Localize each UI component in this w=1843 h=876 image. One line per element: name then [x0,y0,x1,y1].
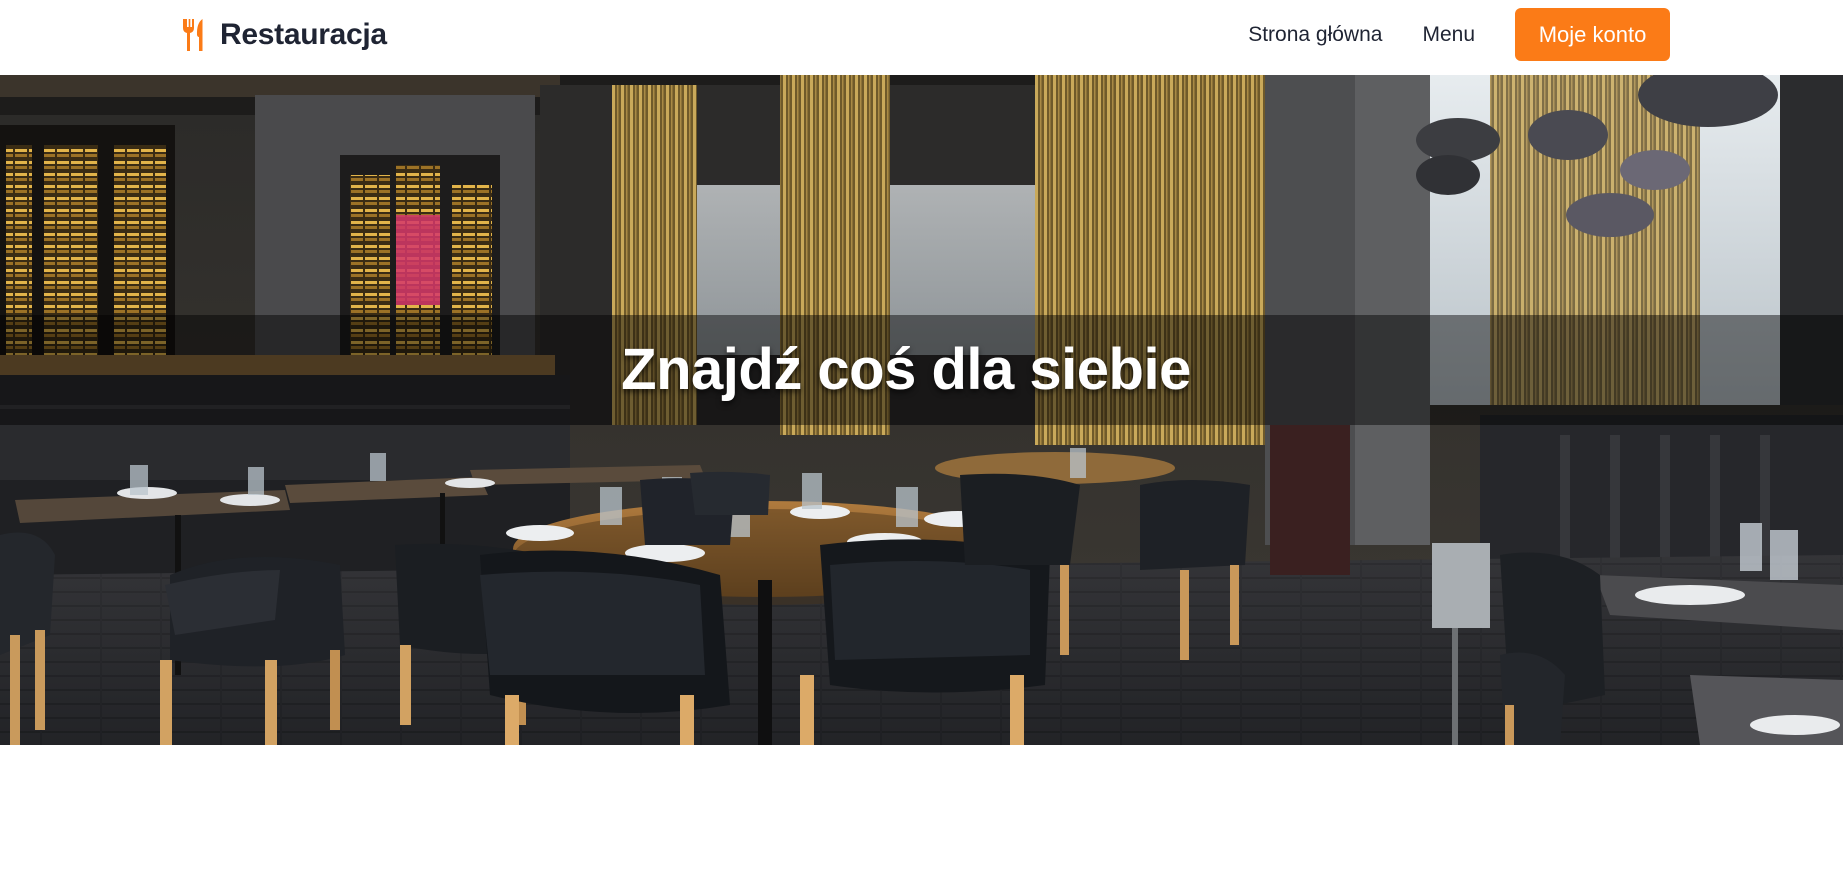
hero-title: Znajdź coś dla siebie [621,337,1191,402]
nav-link-home[interactable]: Strona główna [1248,23,1382,47]
nav-link-menu[interactable]: Menu [1422,23,1475,47]
main-nav: Strona główna Menu Moje konto [1248,8,1670,61]
top-navbar: Restauracja Strona główna Menu Moje kont… [0,0,1843,75]
brand-logo-link[interactable]: Restauracja [182,18,387,52]
brand-name: Restauracja [220,18,387,51]
utensils-icon [182,18,210,52]
hero-banner: Znajdź coś dla siebie [0,75,1843,745]
my-account-button[interactable]: Moje konto [1515,8,1670,61]
